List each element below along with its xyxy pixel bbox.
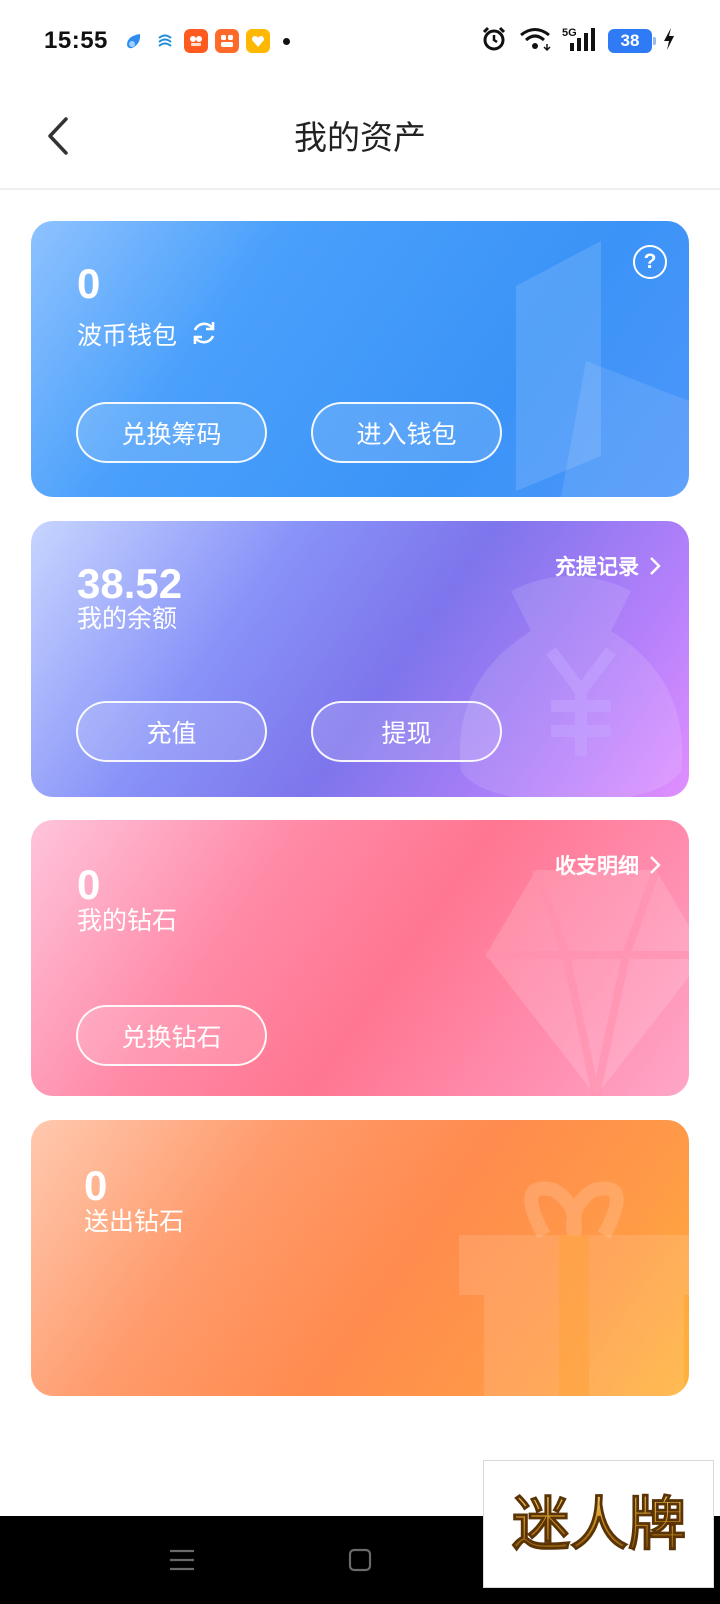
battery-indicator: 38 — [608, 29, 656, 53]
diamond-label: 我的钻石 — [77, 906, 178, 935]
status-time: 15:55 — [44, 27, 108, 54]
status-right: 5G 38 — [480, 25, 676, 57]
home-button[interactable] — [338, 1538, 382, 1582]
wallet-amount: 0 — [77, 260, 101, 307]
wallet-label-row: 波币钱包 — [77, 318, 219, 352]
recharge-button[interactable]: 充值 — [76, 701, 267, 762]
notification-icons — [122, 29, 290, 53]
svg-text:5G: 5G — [562, 27, 577, 39]
refresh-icon[interactable] — [189, 318, 219, 352]
balance-label: 我的余额 — [77, 604, 178, 633]
chevron-right-icon — [650, 557, 661, 575]
wallet-label: 波币钱包 — [77, 320, 178, 350]
alarm-icon — [480, 25, 508, 57]
sent-diamonds-card: 0 送出钻石 — [31, 1120, 689, 1396]
svg-text:迷人牌: 迷人牌 — [511, 1490, 685, 1558]
enter-wallet-button[interactable]: 进入钱包 — [311, 402, 502, 463]
recharge-records-label: 充提记录 — [555, 555, 639, 579]
back-arrow-icon — [48, 117, 68, 155]
recharge-records-link[interactable]: 充提记录 — [555, 551, 661, 581]
diamond-decoration-icon — [486, 870, 689, 1096]
menu-icon — [170, 1549, 194, 1571]
charging-icon — [662, 27, 676, 55]
app-icon — [183, 29, 208, 53]
page-title: 我的资产 — [294, 118, 426, 157]
watermark-logo-image: 迷人牌 — [511, 1490, 686, 1559]
exchange-chips-button[interactable]: 兑换筹码 — [76, 402, 267, 463]
gift-decoration-icon — [459, 1181, 689, 1396]
exchange-diamonds-button[interactable]: 兑换钻石 — [76, 1005, 267, 1066]
app-icon — [214, 29, 239, 53]
watermark-logo: 迷人牌 — [483, 1460, 714, 1588]
wifi-icon — [518, 26, 552, 56]
back-button[interactable] — [38, 112, 78, 160]
home-icon — [348, 1548, 372, 1572]
withdraw-button[interactable]: 提现 — [311, 701, 502, 762]
menu-button[interactable] — [160, 1538, 204, 1582]
china-mobile-icon — [153, 29, 177, 53]
browser-icon — [122, 29, 146, 53]
income-expense-link[interactable]: 收支明细 — [555, 850, 661, 880]
help-button[interactable]: ? — [633, 245, 667, 279]
income-expense-label: 收支明细 — [555, 854, 639, 878]
chevron-right-icon — [650, 856, 661, 874]
diamond-amount: 0 — [77, 861, 101, 908]
status-bar: 15:55 5G 38 — [0, 0, 720, 82]
wallet-card: ? 0 波币钱包 兑换筹码 进入钱包 — [31, 221, 689, 497]
sent-diamonds-label: 送出钻石 — [84, 1207, 185, 1236]
wallet-decoration-icon — [516, 241, 689, 497]
sent-diamonds-amount: 0 — [84, 1162, 108, 1209]
balance-card: 充提记录 38.52 我的余额 充值 提现 — [31, 521, 689, 797]
diamond-card: 收支明细 0 我的钻石 兑换钻石 — [31, 820, 689, 1096]
nav-bar: 我的资产 — [0, 82, 720, 190]
app-icon — [245, 29, 270, 53]
signal-5g-icon: 5G — [562, 25, 598, 57]
more-notifications-dot — [282, 37, 290, 45]
balance-amount: 38.52 — [77, 560, 183, 607]
